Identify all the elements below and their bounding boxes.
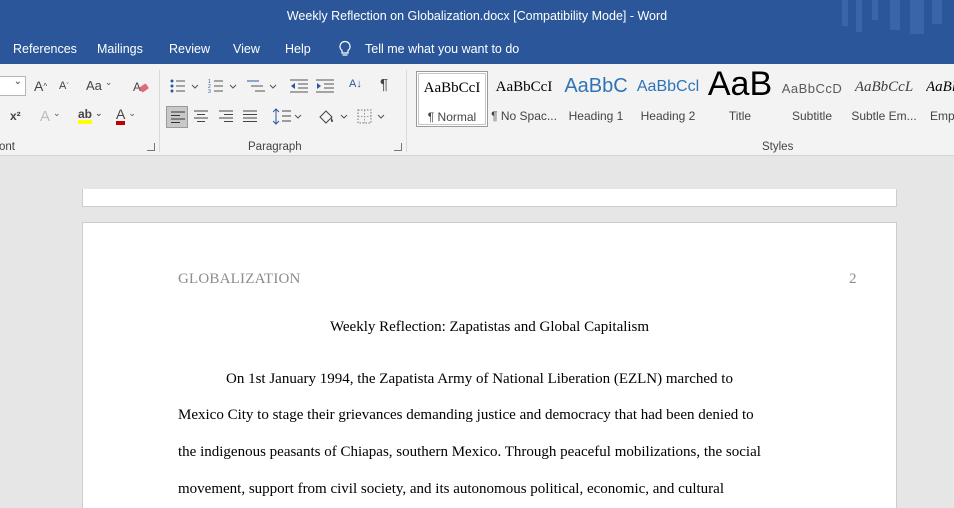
group-label-styles: Styles	[762, 141, 794, 153]
tab-view[interactable]: View	[233, 42, 260, 56]
svg-text:3: 3	[208, 89, 211, 94]
style-preview: AaB	[707, 65, 773, 103]
grow-font-label: A	[34, 78, 44, 94]
align-right-icon[interactable]	[219, 110, 233, 123]
clear-formatting-icon[interactable]: A	[133, 80, 149, 94]
font-color-button[interactable]: A	[116, 107, 136, 125]
style-title[interactable]: AaB Title	[704, 65, 776, 127]
style-no-spacing[interactable]: AaBbCcI ¶ No Spac...	[488, 71, 560, 127]
style-subtle-emphasis[interactable]: AaBbCcL Subtle Em...	[848, 71, 920, 127]
group-label-font: ont	[0, 141, 15, 153]
style-subtitle[interactable]: AaBbCcD Subtitle	[776, 71, 848, 127]
titlebar-decoration	[890, 0, 900, 30]
window-title: Weekly Reflection on Globalization.docx …	[286, 9, 668, 23]
paragraph-dialog-launcher[interactable]	[394, 143, 402, 151]
style-name: Heading 1	[568, 109, 624, 123]
tab-help[interactable]: Help	[285, 42, 311, 56]
style-name: Subtitle	[791, 109, 833, 123]
shrink-font-label: A	[59, 80, 67, 92]
style-name: Emp	[930, 109, 954, 123]
ribbon-tabs: References Mailings Review View Help Tel…	[0, 34, 954, 64]
group-separator	[159, 70, 160, 152]
align-left-button[interactable]	[166, 106, 188, 128]
document-page[interactable]: GLOBALIZATION 2 Weekly Reflection: Zapat…	[82, 222, 897, 508]
font-color-label: A	[116, 107, 126, 125]
document-title[interactable]: Weekly Reflection: Zapatistas and Global…	[83, 319, 896, 336]
document-canvas[interactable]: GLOBALIZATION 2 Weekly Reflection: Zapat…	[0, 157, 954, 508]
increase-indent-icon[interactable]	[316, 78, 334, 94]
paragraph-line[interactable]: the indigenous peasants of Chiapas, sout…	[178, 444, 761, 461]
style-heading-1[interactable]: AaBbC Heading 1	[560, 71, 632, 127]
style-name: Title	[728, 109, 752, 123]
style-name: Subtle Em...	[851, 109, 917, 123]
align-left-icon	[171, 111, 185, 123]
text-effects-button[interactable]: A	[40, 108, 61, 125]
titlebar-decoration	[910, 0, 924, 34]
highlight-button[interactable]: ab	[78, 108, 103, 124]
line-spacing-icon[interactable]	[273, 108, 303, 125]
font-dialog-launcher[interactable]	[147, 143, 155, 151]
highlight-label: ab	[78, 108, 93, 124]
tab-mailings[interactable]: Mailings	[97, 42, 143, 56]
lightbulb-icon[interactable]	[338, 40, 352, 58]
style-name: Heading 2	[640, 109, 696, 123]
font-size-field[interactable]	[0, 76, 26, 96]
multilevel-list-icon[interactable]	[247, 78, 279, 94]
tell-me-search[interactable]: Tell me what you want to do	[365, 42, 519, 56]
titlebar-decoration	[932, 0, 942, 24]
show-formatting-button[interactable]: ¶	[380, 76, 388, 93]
titlebar-decoration	[842, 0, 848, 26]
page-number: 2	[849, 271, 857, 287]
numbering-icon[interactable]: 1 2 3	[208, 78, 238, 94]
svg-text:A: A	[133, 80, 141, 94]
title-bar: Weekly Reflection on Globalization.docx …	[0, 0, 954, 34]
ribbon: A^ Aˇ Aa A x² A ab A ont 1 2 3	[0, 64, 954, 156]
titlebar-decoration	[872, 0, 878, 20]
decrease-indent-icon[interactable]	[290, 78, 308, 94]
justify-icon[interactable]	[243, 110, 257, 123]
style-name: ¶ No Spac...	[491, 109, 557, 123]
previous-page[interactable]	[82, 189, 897, 207]
sort-button[interactable]: A↓	[349, 78, 362, 90]
style-emphasis[interactable]: AaBl Emp	[920, 71, 954, 127]
shrink-font-button[interactable]: Aˇ	[59, 80, 69, 92]
style-normal[interactable]: AaBbCcI ¶ Normal	[416, 71, 488, 127]
shading-icon[interactable]	[317, 108, 349, 125]
group-label-paragraph: Paragraph	[248, 141, 302, 153]
style-preview: AaBl	[926, 79, 954, 95]
tab-review[interactable]: Review	[169, 42, 210, 56]
change-case-button[interactable]: Aa	[86, 78, 112, 93]
style-preview: AaBbCcI	[495, 79, 553, 95]
style-preview: AaBbCcL	[854, 79, 914, 95]
paragraph-line[interactable]: Mexico City to stage their grievances de…	[178, 407, 754, 424]
align-center-icon[interactable]	[194, 110, 208, 123]
style-preview: AaBbCcD	[781, 81, 843, 96]
grow-font-button[interactable]: A ^	[34, 78, 47, 94]
style-preview: AaBbCcI	[423, 80, 481, 96]
style-name: ¶ Normal	[427, 110, 477, 124]
style-preview: AaBbCcl	[636, 78, 700, 95]
titlebar-decoration	[856, 0, 862, 32]
superscript-button[interactable]: x²	[10, 109, 21, 123]
paragraph-line[interactable]: On 1st January 1994, the Zapatista Army …	[226, 371, 733, 388]
group-separator	[406, 70, 407, 152]
bullets-icon[interactable]	[170, 78, 200, 94]
paragraph-line[interactable]: movement, support from civil society, an…	[178, 481, 724, 498]
tab-references[interactable]: References	[13, 42, 77, 56]
borders-icon[interactable]	[357, 108, 387, 125]
style-preview: AaBbC	[564, 75, 628, 97]
style-heading-2[interactable]: AaBbCcl Heading 2	[632, 71, 704, 127]
running-head: GLOBALIZATION	[178, 271, 301, 287]
